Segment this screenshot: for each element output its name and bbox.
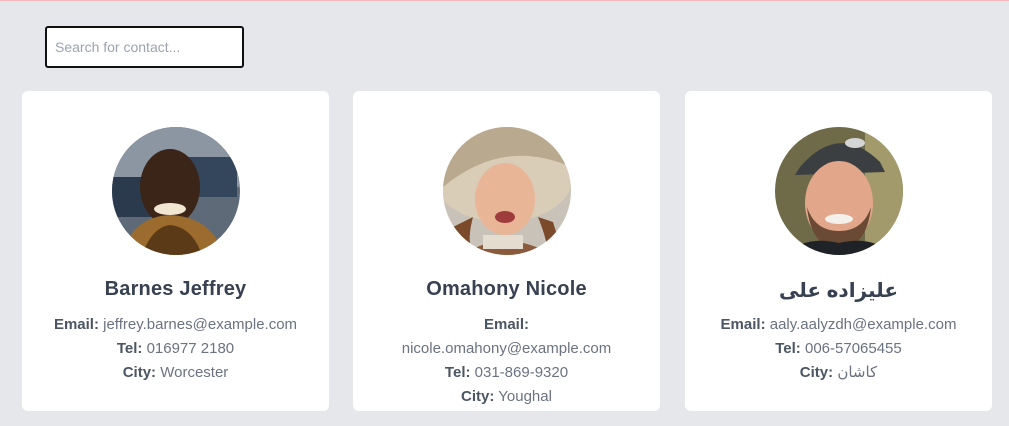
contact-details: Email: aaly.aalyzdh@example.com Tel: 006… [703,313,974,385]
city-label: City: [461,388,495,405]
avatar [774,127,903,255]
city-value: Worcester [160,364,229,381]
email-value: nicole.omahony@example.com [401,340,612,357]
email-row: Email: aaly.aalyzdh@example.com [703,313,974,337]
contacts-page: Barnes Jeffrey Email: jeffrey.barnes@exa… [0,0,1009,426]
email-row: Email: jeffrey.barnes@example.com [40,313,311,337]
city-value: Youghal [498,388,552,405]
contact-name: Barnes Jeffrey [104,278,247,300]
tel-row: Tel: 016977 2180 [40,337,311,361]
tel-label: Tel: [116,340,143,357]
email-row: Email: [371,313,642,337]
search-input[interactable] [45,26,244,68]
tel-value: 031-869-9320 [474,364,569,381]
contact-details: Email: jeffrey.barnes@example.com Tel: 0… [40,313,311,385]
city-value: کاشان [837,364,878,381]
city-row: City: Worcester [40,361,311,385]
email-value-row: nicole.omahony@example.com [371,337,642,361]
email-label: Email: [483,316,529,333]
tel-label: Tel: [444,364,471,381]
search-container [45,26,244,68]
contact-details: Email: nicole.omahony@example.com Tel: 0… [371,313,642,409]
avatar [111,127,240,255]
avatar [442,127,571,255]
email-label: Email: [720,316,766,333]
tel-label: Tel: [775,340,801,357]
contact-name: علیزاده علی [779,280,898,302]
tel-value: 016977 2180 [146,340,235,357]
email-label: Email: [53,316,99,333]
email-value: aaly.aalyzdh@example.com [769,316,957,333]
contact-card[interactable]: Omahony Nicole Email: nicole.omahony@exa… [353,91,660,411]
contact-card[interactable]: علیزاده علی Email: aaly.aalyzdh@example.… [685,91,992,411]
city-row: City: کاشان [703,361,974,385]
tel-row: Tel: 031-869-9320 [371,361,642,385]
city-row: City: Youghal [371,385,642,409]
email-value: jeffrey.barnes@example.com [103,316,298,333]
contact-card[interactable]: Barnes Jeffrey Email: jeffrey.barnes@exa… [22,91,329,411]
city-label: City: [122,364,157,381]
tel-value: 006-57065455 [804,340,902,357]
contact-name: Omahony Nicole [426,278,587,300]
tel-row: Tel: 006-57065455 [703,337,974,361]
city-label: City: [799,364,834,381]
